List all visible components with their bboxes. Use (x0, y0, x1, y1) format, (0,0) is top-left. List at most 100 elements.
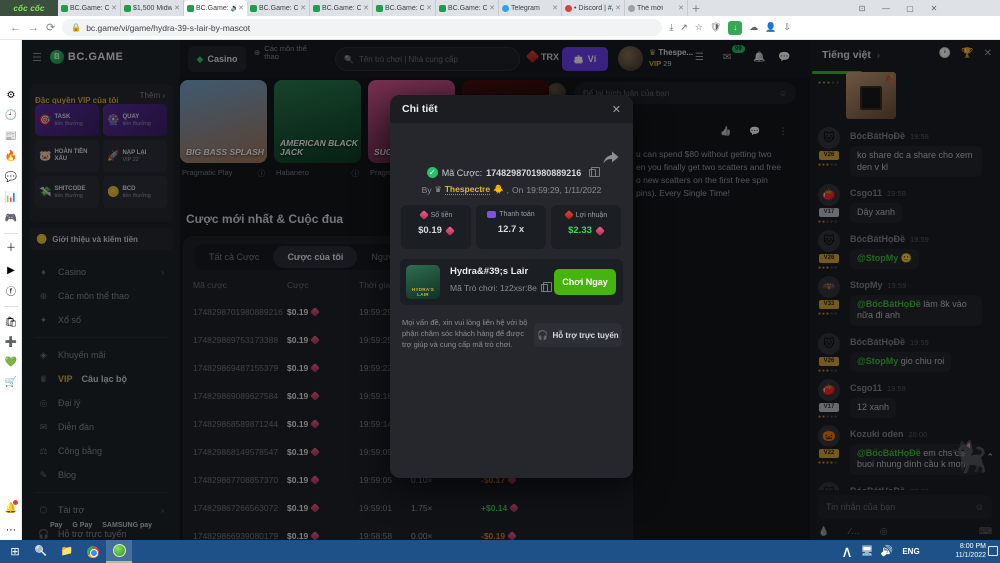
chat-close-icon[interactable]: ✕ (984, 48, 992, 59)
chat-username[interactable]: StopMy (850, 280, 883, 290)
hamburger-icon[interactable]: ☰ (32, 51, 42, 64)
live-support-button[interactable]: 🎧 Hỗ trợ trực tuyến (534, 323, 622, 347)
copy-game-code-icon[interactable] (541, 284, 548, 292)
bookmark-star-icon[interactable]: ☆ (695, 22, 703, 33)
game-thumbnail[interactable]: HYDRA'S LAIR (406, 265, 440, 299)
vip-chip[interactable]: 🎡QUAYtiền thưởng (103, 104, 167, 136)
notifications-icon[interactable]: 🔔 (0, 503, 22, 515)
chat-username[interactable]: BócBátHọĐề (850, 131, 905, 141)
browser-tab[interactable]: BC.Game: Cry✕ (373, 0, 436, 16)
browser-tab[interactable]: BC.Game: Cry✕ (58, 0, 121, 16)
trophy-icon[interactable]: 🏆 (961, 48, 973, 59)
maximize-button[interactable]: ▢ (898, 0, 922, 16)
tab-close-icon[interactable]: ✕ (678, 4, 684, 12)
bell-icon[interactable]: 🔔 (753, 52, 765, 63)
url-box[interactable]: 🔒 bc.game/vi/game/hydra-39-s-lair-by-mas… (62, 19, 662, 36)
vip-chip[interactable]: 🚀NẠP LẠIVIP 22 (103, 140, 167, 172)
downloads-icon[interactable]: ⇩ (783, 22, 791, 33)
coin-rain-icon[interactable]: 💧 (818, 526, 829, 537)
profile-icon[interactable]: 👤 (765, 22, 776, 33)
chat-message[interactable]: 🐱V26●●●●●BócBátHọĐề20:00vo no khoa me tk… (810, 479, 1000, 490)
sidebar-item-tài-trợ[interactable]: ⬡Tài trợ› (22, 498, 180, 522)
settings-icon[interactable]: ⚙ (0, 90, 22, 102)
history-icon[interactable]: 🕘 (0, 110, 22, 122)
start-button[interactable]: ⊞ (2, 540, 28, 563)
username[interactable]: ♛ Thespe... (649, 48, 693, 57)
game-search-input[interactable]: 🔍 Tên trò chơi | Nhà cung cấp (335, 47, 520, 71)
chart-icon[interactable]: 📊 (0, 192, 22, 204)
chevron-right-icon[interactable]: › (877, 50, 880, 60)
sidebar-item-xổ-số[interactable]: ✦Xổ số (22, 308, 180, 332)
browser-tab[interactable]: BC.Game: Cry✕ (310, 0, 373, 16)
more-icon[interactable]: ⋯ (0, 525, 22, 537)
comment-more-icon[interactable]: ⋮ (778, 126, 787, 137)
vip-box-more-link[interactable]: Thêm › (140, 91, 165, 100)
tab-close-icon[interactable]: ✕ (111, 4, 117, 12)
game-card[interactable]: AMERICAN BLACK JACK (274, 80, 361, 163)
sync-icon[interactable]: ☁ (749, 22, 758, 33)
reply-icon[interactable]: 💬 (749, 126, 760, 137)
new-tab-button[interactable]: ＋ (688, 0, 704, 16)
tab-close-icon[interactable]: ✕ (238, 4, 244, 12)
add-icon[interactable]: ＋ (0, 243, 22, 255)
table-row[interactable]: 174829867266563072$0.1919:59:011.75×+$0.… (183, 494, 633, 522)
chat-message[interactable]: 🍅V17●●●●●Csgo1119:58Dây xanh (810, 181, 1000, 226)
chat-message[interactable]: 🐱V26●●●●●BócBátHọĐề19:59@StopMy gio chiu… (810, 330, 1000, 375)
bcgame-logo[interactable]: B BC.GAME (50, 50, 123, 64)
network-icon[interactable]: 🖥 (858, 540, 876, 563)
tab-casino[interactable]: ◆ Casino (188, 46, 246, 72)
youtube-icon[interactable]: ▶ (0, 265, 22, 277)
chat-username[interactable]: BócBátHọĐề (850, 486, 905, 490)
minimize-button[interactable]: — (874, 0, 898, 16)
language-indicator[interactable]: ENG (898, 540, 924, 563)
bet-username[interactable]: Thespectre (445, 184, 490, 195)
close-window-button[interactable]: ✕ (922, 0, 946, 16)
game-card[interactable]: BIG BASS SPLASH (180, 80, 267, 163)
mail-icon[interactable]: ✉ (723, 52, 731, 63)
file-explorer-icon[interactable]: 📁 (54, 540, 80, 563)
tab-close-icon[interactable]: ✕ (174, 4, 180, 12)
like-icon[interactable]: 👍 (720, 126, 731, 137)
chat-username[interactable]: Csgo11 (850, 383, 882, 393)
scroll-up-icon[interactable]: ⌃ (986, 452, 994, 463)
sidebar-item-các-môn-thể-thao[interactable]: ⊕Các môn thể thao (22, 284, 180, 308)
sidebar-item-diễn-đàn[interactable]: ✉Diễn đàn (22, 415, 180, 439)
sidebar-item-vip-câu-lạc-bộ[interactable]: ♛VIPCâu lạc bộ (22, 367, 180, 391)
shopee-icon[interactable]: 🛍 (0, 317, 22, 329)
chat-commands-icon[interactable]: ∕… (849, 526, 860, 537)
chat-language[interactable]: Tiếng việt (822, 49, 871, 61)
chat-rules-icon[interactable]: 🕐 (939, 48, 951, 59)
wallet-button[interactable]: 👛 Ví (562, 47, 608, 71)
browser-tab[interactable]: Telegram✕ (499, 0, 562, 16)
play-now-button[interactable]: Chơi Ngay (554, 269, 616, 295)
sidebar-item-khuyến-mãi[interactable]: ◈Khuyến mãi (22, 343, 180, 367)
keyboard-icon[interactable]: ⌨ (979, 526, 992, 537)
chat-message-input[interactable]: Tin nhắn của bạn ☺ (818, 495, 992, 519)
chat-message[interactable]: 🐱V26●●●●●BócBátHọĐề19:58ko share dc a sh… (810, 124, 1000, 180)
tab-close-icon[interactable]: ✕ (489, 4, 495, 12)
tab-sports[interactable]: ⊕ Các môn thể thao (254, 45, 316, 61)
url-text[interactable]: bc.game/vi/game/hydra-39-s-lair-by-masco… (86, 23, 250, 33)
adblock-shield-icon[interactable]: 🛡 (710, 22, 721, 33)
vip-chip[interactable]: 🪙BCDtiền thưởng (103, 176, 167, 208)
chrome-icon[interactable] (80, 540, 106, 563)
table-row[interactable]: 174829866939080179$0.1919:58:580.00×-$0.… (183, 522, 633, 540)
sidebar-item-blog[interactable]: ✎Blog (22, 463, 180, 487)
games-icon[interactable]: 🎮 (0, 213, 22, 225)
tab-close-icon[interactable]: ✕ (615, 4, 621, 12)
browser-tab[interactable]: BC.Game: Cry✕ (247, 0, 310, 16)
taskbar-clock[interactable]: 8:00 PM11/1/2022 (955, 542, 986, 560)
browser-tab[interactable]: BC.Game: Cry✕ (436, 0, 499, 16)
save-page-icon[interactable]: ⤓ (669, 22, 673, 33)
facebook-icon[interactable]: ⓕ (0, 287, 22, 299)
currency-selector[interactable]: TRX ▾ (527, 51, 566, 62)
vip-chip[interactable]: 🎯TASKtiền thưởng (35, 104, 99, 136)
sidebar-item-đại-lý[interactable]: ◎Đại lý (22, 391, 180, 415)
back-icon[interactable]: ← (10, 22, 21, 34)
tab-close-icon[interactable]: ✕ (363, 4, 369, 12)
update-icon[interactable]: ↓ (728, 21, 742, 35)
tab-close-icon[interactable]: ✕ (552, 4, 558, 12)
volume-icon[interactable]: 🔊 (878, 540, 896, 563)
hot-icon[interactable]: 🔥 (0, 151, 22, 163)
copy-bet-id-icon[interactable] (589, 169, 596, 177)
